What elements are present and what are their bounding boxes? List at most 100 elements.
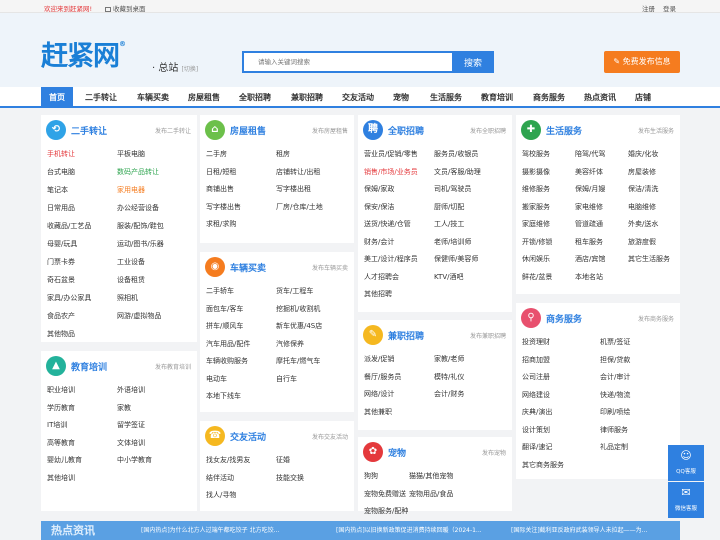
category-link[interactable]: 二手房 [206,149,227,159]
category-link[interactable]: 母婴/玩具 [47,239,77,249]
category-link[interactable]: 宠物用品/食品 [409,489,453,499]
card-title[interactable]: 商务服务 [546,312,582,325]
category-link[interactable]: 保姆/家政 [364,184,394,194]
category-link[interactable]: 文员/客服/助理 [434,167,481,177]
category-link[interactable]: 家具/办公家具 [47,293,91,303]
category-link[interactable]: 其他培训 [47,473,75,483]
category-link[interactable]: 餐厅/服务员 [364,372,401,382]
category-link[interactable]: 网游/虚拟物品 [117,311,161,321]
category-link[interactable]: 服务员/收银员 [434,149,478,159]
login-link[interactable]: 登录 [663,5,676,13]
category-link[interactable]: 找人/寻物 [206,490,236,500]
category-link[interactable]: 保健师/美容师 [434,254,478,264]
category-link[interactable]: 其他兼职 [364,407,392,417]
category-link[interactable]: 老师/培训师 [434,237,471,247]
card-title[interactable]: 生活服务 [546,124,582,137]
nav-life[interactable]: 生活服务 [422,87,470,108]
wechat-service-button[interactable]: ✉ 微信客服 [668,482,704,518]
category-link[interactable]: 找女友/找男友 [206,455,250,465]
category-link[interactable]: 鲜花/盆景 [522,272,552,282]
category-link[interactable]: 律师服务 [600,425,628,435]
free-post-button[interactable]: ✎ 免费发布信息 [604,51,680,73]
category-link[interactable]: 宠物服务/配种 [364,506,408,516]
category-link[interactable]: 美容纤体 [575,167,603,177]
category-link[interactable]: 担保/贷款 [600,355,630,365]
nav-fulltime[interactable]: 全职招聘 [231,87,279,108]
category-link[interactable]: 服装/配饰/鞋包 [117,221,164,231]
category-link[interactable]: 网络/设计 [364,389,394,399]
category-link[interactable]: 酒店/宾馆 [575,254,605,264]
nav-house[interactable]: 房屋租售 [180,87,228,108]
category-link[interactable]: 驾校服务 [522,149,550,159]
category-link[interactable]: 收藏品/工艺品 [47,221,91,231]
category-link[interactable]: 运动/图书/乐器 [117,239,164,249]
category-link[interactable]: 中小学教育 [117,455,152,465]
category-link[interactable]: 保洁/清洗 [628,184,658,194]
category-link[interactable]: 租房 [276,149,290,159]
category-link[interactable]: 工业设备 [117,257,145,267]
category-link[interactable]: 新车优惠/4S店 [276,321,322,331]
category-link[interactable]: 电动车 [206,374,227,384]
city-selector[interactable]: · 总站 [切换] [152,59,198,74]
category-link[interactable]: 厂房/仓库/土地 [276,202,323,212]
card-post-link[interactable]: 发布教育培训 [155,362,191,371]
category-link[interactable]: 其他物品 [47,329,75,339]
card-title[interactable]: 车辆买卖 [230,261,266,274]
nav-car[interactable]: 车辆买卖 [129,87,177,108]
category-link[interactable]: 财务/会计 [364,237,394,247]
category-link[interactable]: 快递/物流 [600,390,630,400]
category-link[interactable]: 休闲娱乐 [522,254,550,264]
nav-social[interactable]: 交友活动 [334,87,382,108]
nav-pet[interactable]: 宠物 [385,87,417,108]
category-link[interactable]: IT培训 [47,420,67,430]
category-link[interactable]: 笔记本 [47,185,68,195]
category-link[interactable]: 设备租赁 [117,275,145,285]
register-link[interactable]: 注册 [642,5,655,13]
category-link[interactable]: 二手轿车 [206,286,234,296]
category-link[interactable]: 招商加盟 [522,355,550,365]
category-link[interactable]: 征婚 [276,455,290,465]
category-link[interactable]: 本地名站 [575,272,603,282]
category-link[interactable]: 商铺出售 [206,184,234,194]
nav-home[interactable]: 首页 [41,87,73,108]
category-link[interactable]: 会计/财务 [434,389,464,399]
category-link[interactable]: 汽车用品/配件 [206,339,250,349]
category-link[interactable]: 维修服务 [522,184,550,194]
news-item[interactable]: [国内热点]以旧换新政策促进消费持续回暖（2024-1... [336,521,482,540]
city-switch-link[interactable]: [切换] [182,66,199,73]
category-link[interactable]: 其它生活服务 [628,254,670,264]
category-link[interactable]: 日租/短租 [206,167,236,177]
card-title[interactable]: 交友活动 [230,430,266,443]
category-link[interactable]: 照相机 [117,293,138,303]
category-link[interactable]: 投资理财 [522,337,550,347]
category-link[interactable]: 汽修保养 [276,339,304,349]
category-link[interactable]: 台式电脑 [47,167,75,177]
category-link[interactable]: 平板电脑 [117,149,145,159]
category-link[interactable]: 办公经营设备 [117,203,159,213]
category-link[interactable]: 司机/驾驶员 [434,184,471,194]
card-post-link[interactable]: 发布二手转让 [155,126,191,135]
category-link[interactable]: 机票/签证 [600,337,630,347]
category-link[interactable]: 家教/老师 [434,354,464,364]
card-post-link[interactable]: 发布生活服务 [638,126,674,135]
category-link[interactable]: 技能交换 [276,473,304,483]
category-link[interactable]: 求租/求购 [206,219,236,229]
category-link[interactable]: 家用电器 [117,185,145,195]
category-link[interactable]: KTV/酒吧 [434,272,463,282]
card-post-link[interactable]: 发布宠物 [482,448,506,457]
category-link[interactable]: 学历教育 [47,403,75,413]
card-title[interactable]: 教育培训 [71,360,107,373]
category-link[interactable]: 写字楼出租 [276,184,311,194]
news-item[interactable]: [国际关注]截利亚反政府武装领导人未拉起——为... [511,521,647,540]
category-link[interactable]: 留学签证 [117,420,145,430]
category-link[interactable]: 摩托车/燃气车 [276,356,320,366]
card-post-link[interactable]: 发布兼职招聘 [470,331,506,340]
category-link[interactable]: 其他招聘 [364,289,392,299]
search-input[interactable] [244,53,454,71]
category-link[interactable]: 家庭维修 [522,219,550,229]
category-link[interactable]: 其它商务服务 [522,460,564,470]
category-link[interactable]: 狗狗 [364,471,378,481]
category-link[interactable]: 保姆/月嫂 [575,184,605,194]
category-link[interactable]: 食品农产 [47,311,75,321]
nav-parttime[interactable]: 兼职招聘 [283,87,331,108]
